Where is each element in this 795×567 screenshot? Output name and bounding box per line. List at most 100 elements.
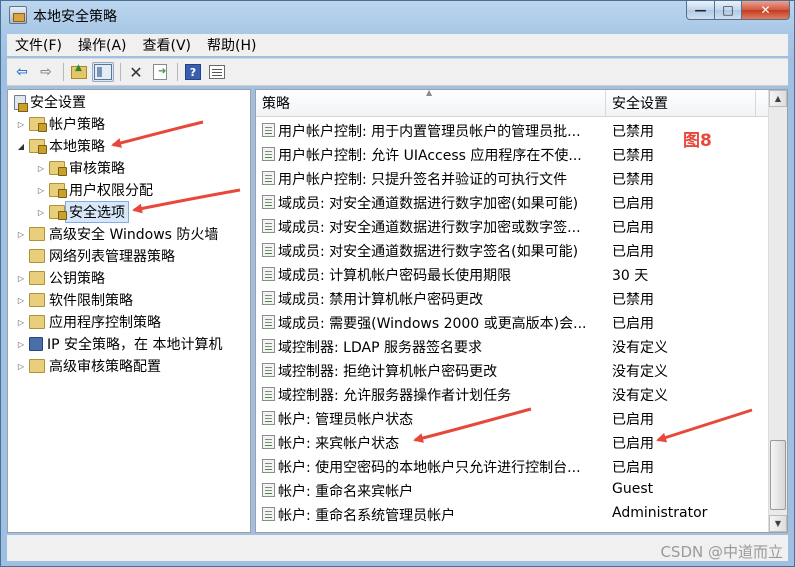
table-row[interactable]: 域控制器: 允许服务器操作者计划任务 没有定义 <box>256 382 768 406</box>
export-list-icon[interactable] <box>149 62 171 82</box>
policy-item-icon <box>262 171 275 185</box>
tree-item-audit-policy[interactable]: ▷ 审核策略 <box>36 157 125 179</box>
expand-icon[interactable]: ▷ <box>16 274 26 283</box>
folder-icon <box>29 293 45 307</box>
tree-item-label: 软件限制策略 <box>49 293 133 309</box>
expand-icon[interactable]: ▷ <box>16 120 26 129</box>
back-arrow-icon[interactable]: ⇦ <box>11 62 33 82</box>
table-row[interactable]: 帐户: 重命名来宾帐户 Guest <box>256 478 768 502</box>
up-folder-icon[interactable] <box>68 62 90 82</box>
table-row[interactable]: 域成员: 禁用计算机帐户密码更改 已禁用 <box>256 286 768 310</box>
tree-item-label: 高级审核策略配置 <box>49 359 161 375</box>
table-row[interactable]: 域成员: 对安全通道数据进行数字加密或数字签... 已启用 <box>256 214 768 238</box>
scroll-up-icon[interactable]: ▲ <box>769 90 787 107</box>
collapse-icon[interactable]: ◢ <box>16 142 26 151</box>
forward-arrow-icon[interactable]: ⇨ <box>35 62 57 82</box>
table-row[interactable]: 域控制器: 拒绝计算机帐户密码更改 没有定义 <box>256 358 768 382</box>
tree-item-ipsec[interactable]: ▷ IP 安全策略，在 本地计算机 <box>16 333 222 355</box>
locked-folder-icon <box>49 161 67 176</box>
menu-file[interactable]: 文件(F) <box>7 35 70 55</box>
policy-name: 域成员: 禁用计算机帐户密码更改 <box>278 292 484 308</box>
locked-folder-icon <box>49 183 67 198</box>
security-settings-icon <box>14 94 28 112</box>
policy-name: 帐户: 使用空密码的本地帐户只允许进行控制台... <box>278 460 581 476</box>
security-setting-value: 30 天 <box>612 268 649 284</box>
window-title: 本地安全策略 <box>33 9 117 25</box>
column-header-setting[interactable]: 安全设置 <box>606 90 756 116</box>
tree-item-account-policies[interactable]: ▷ 帐户策略 <box>16 113 105 135</box>
maximize-button[interactable]: □ <box>715 1 742 20</box>
policy-item-icon <box>262 123 275 137</box>
tree-item-label: 安全选项 <box>65 201 129 223</box>
toolbar: ⇦ ⇨ ✕ ? <box>7 58 788 86</box>
policy-item-icon <box>262 435 275 449</box>
scroll-down-icon[interactable]: ▼ <box>769 515 787 532</box>
close-button[interactable]: ✕ <box>742 1 790 20</box>
expand-icon[interactable]: ▷ <box>36 186 46 195</box>
table-row[interactable]: 帐户: 使用空密码的本地帐户只允许进行控制台... 已启用 <box>256 454 768 478</box>
tree-item-label: IP 安全策略，在 本地计算机 <box>47 337 223 353</box>
column-header-policy[interactable]: ▲ 策略 <box>256 90 606 116</box>
navigation-tree: 安全设置 ▷ 帐户策略 ◢ 本地策略 ▷ 审核策略 ▷ 用户权限分配 ▷ 安全选… <box>7 89 251 533</box>
tree-item-advanced-audit[interactable]: ▷ 高级审核策略配置 <box>16 355 161 377</box>
tree-root-label: 安全设置 <box>30 95 86 111</box>
expand-icon[interactable]: ▷ <box>36 164 46 173</box>
ipsec-icon <box>29 337 43 351</box>
security-setting-value: 已启用 <box>612 244 654 260</box>
tree-item-public-key[interactable]: ▷ 公钥策略 <box>16 267 105 289</box>
column-header-label: 策略 <box>262 96 290 112</box>
tree-item-security-options[interactable]: ▷ 安全选项 <box>36 201 129 223</box>
tree-item-local-policies[interactable]: ◢ 本地策略 <box>16 135 105 157</box>
tree-item-label: 高级安全 Windows 防火墙 <box>49 227 219 243</box>
policy-item-icon <box>262 147 275 161</box>
expand-icon[interactable]: ▷ <box>36 208 46 217</box>
title-bar[interactable]: 本地安全策略 — □ ✕ <box>1 1 794 31</box>
menu-view[interactable]: 查看(V) <box>135 35 200 55</box>
vertical-scrollbar[interactable]: ▲ ▼ <box>768 90 787 532</box>
folder-icon <box>29 271 45 285</box>
table-row[interactable]: 帐户: 来宾帐户状态 已启用 <box>256 430 768 454</box>
policy-name: 帐户: 重命名来宾帐户 <box>278 484 414 500</box>
watermark: CSDN @中道而立 <box>660 543 783 561</box>
tree-item-app-control[interactable]: ▷ 应用程序控制策略 <box>16 311 161 333</box>
table-row[interactable]: 域成员: 需要强(Windows 2000 或更高版本)会... 已启用 <box>256 310 768 334</box>
tree-item-software-restriction[interactable]: ▷ 软件限制策略 <box>16 289 133 311</box>
menu-action[interactable]: 操作(A) <box>70 35 135 55</box>
policy-item-icon <box>262 219 275 233</box>
folder-icon <box>29 227 45 241</box>
delete-icon[interactable]: ✕ <box>125 62 147 82</box>
table-row[interactable]: 域控制器: LDAP 服务器签名要求 没有定义 <box>256 334 768 358</box>
locked-folder-icon <box>29 139 47 154</box>
tree-item-label: 公钥策略 <box>49 271 105 287</box>
expand-icon[interactable]: ▷ <box>16 230 26 239</box>
scrollbar-thumb[interactable] <box>770 440 786 510</box>
folder-icon <box>29 249 45 263</box>
table-row[interactable]: 域成员: 对安全通道数据进行数字加密(如果可能) 已启用 <box>256 190 768 214</box>
locked-folder-icon <box>29 117 47 132</box>
table-row[interactable]: 域成员: 计算机帐户密码最长使用期限 30 天 <box>256 262 768 286</box>
folder-icon <box>29 359 45 373</box>
table-row[interactable]: 帐户: 重命名系统管理员帐户 Administrator <box>256 502 768 526</box>
help-icon[interactable]: ? <box>182 62 204 82</box>
policy-name: 用户帐户控制: 用于内置管理员帐户的管理员批... <box>278 124 581 140</box>
properties-icon[interactable] <box>206 62 228 82</box>
tree-item-network-list[interactable]: 网络列表管理器策略 <box>16 245 175 267</box>
tree-item-label: 网络列表管理器策略 <box>49 249 175 265</box>
table-row[interactable]: 域成员: 对安全通道数据进行数字签名(如果可能) 已启用 <box>256 238 768 262</box>
policy-list: ▲ 策略 安全设置 用户帐户控制: 用于内置管理员帐户的管理员批... 已禁用 用户… <box>255 89 788 533</box>
expand-icon[interactable]: ▷ <box>16 340 26 349</box>
tree-item-firewall[interactable]: ▷ 高级安全 Windows 防火墙 <box>16 223 218 245</box>
toolbar-separator <box>177 63 178 81</box>
tree-item-label: 应用程序控制策略 <box>49 315 161 331</box>
expand-icon[interactable]: ▷ <box>16 362 26 371</box>
table-row[interactable]: 用户帐户控制: 只提升签名并验证的可执行文件 已禁用 <box>256 166 768 190</box>
minimize-button[interactable]: — <box>686 1 715 20</box>
policy-name: 域控制器: LDAP 服务器签名要求 <box>278 340 482 356</box>
show-hide-tree-icon[interactable] <box>92 62 114 82</box>
tree-item-user-rights[interactable]: ▷ 用户权限分配 <box>36 179 153 201</box>
expand-icon[interactable]: ▷ <box>16 296 26 305</box>
tree-root[interactable]: 安全设置 <box>14 91 86 113</box>
table-row[interactable]: 帐户: 管理员帐户状态 已启用 <box>256 406 768 430</box>
expand-icon[interactable]: ▷ <box>16 318 26 327</box>
menu-help[interactable]: 帮助(H) <box>199 35 264 55</box>
